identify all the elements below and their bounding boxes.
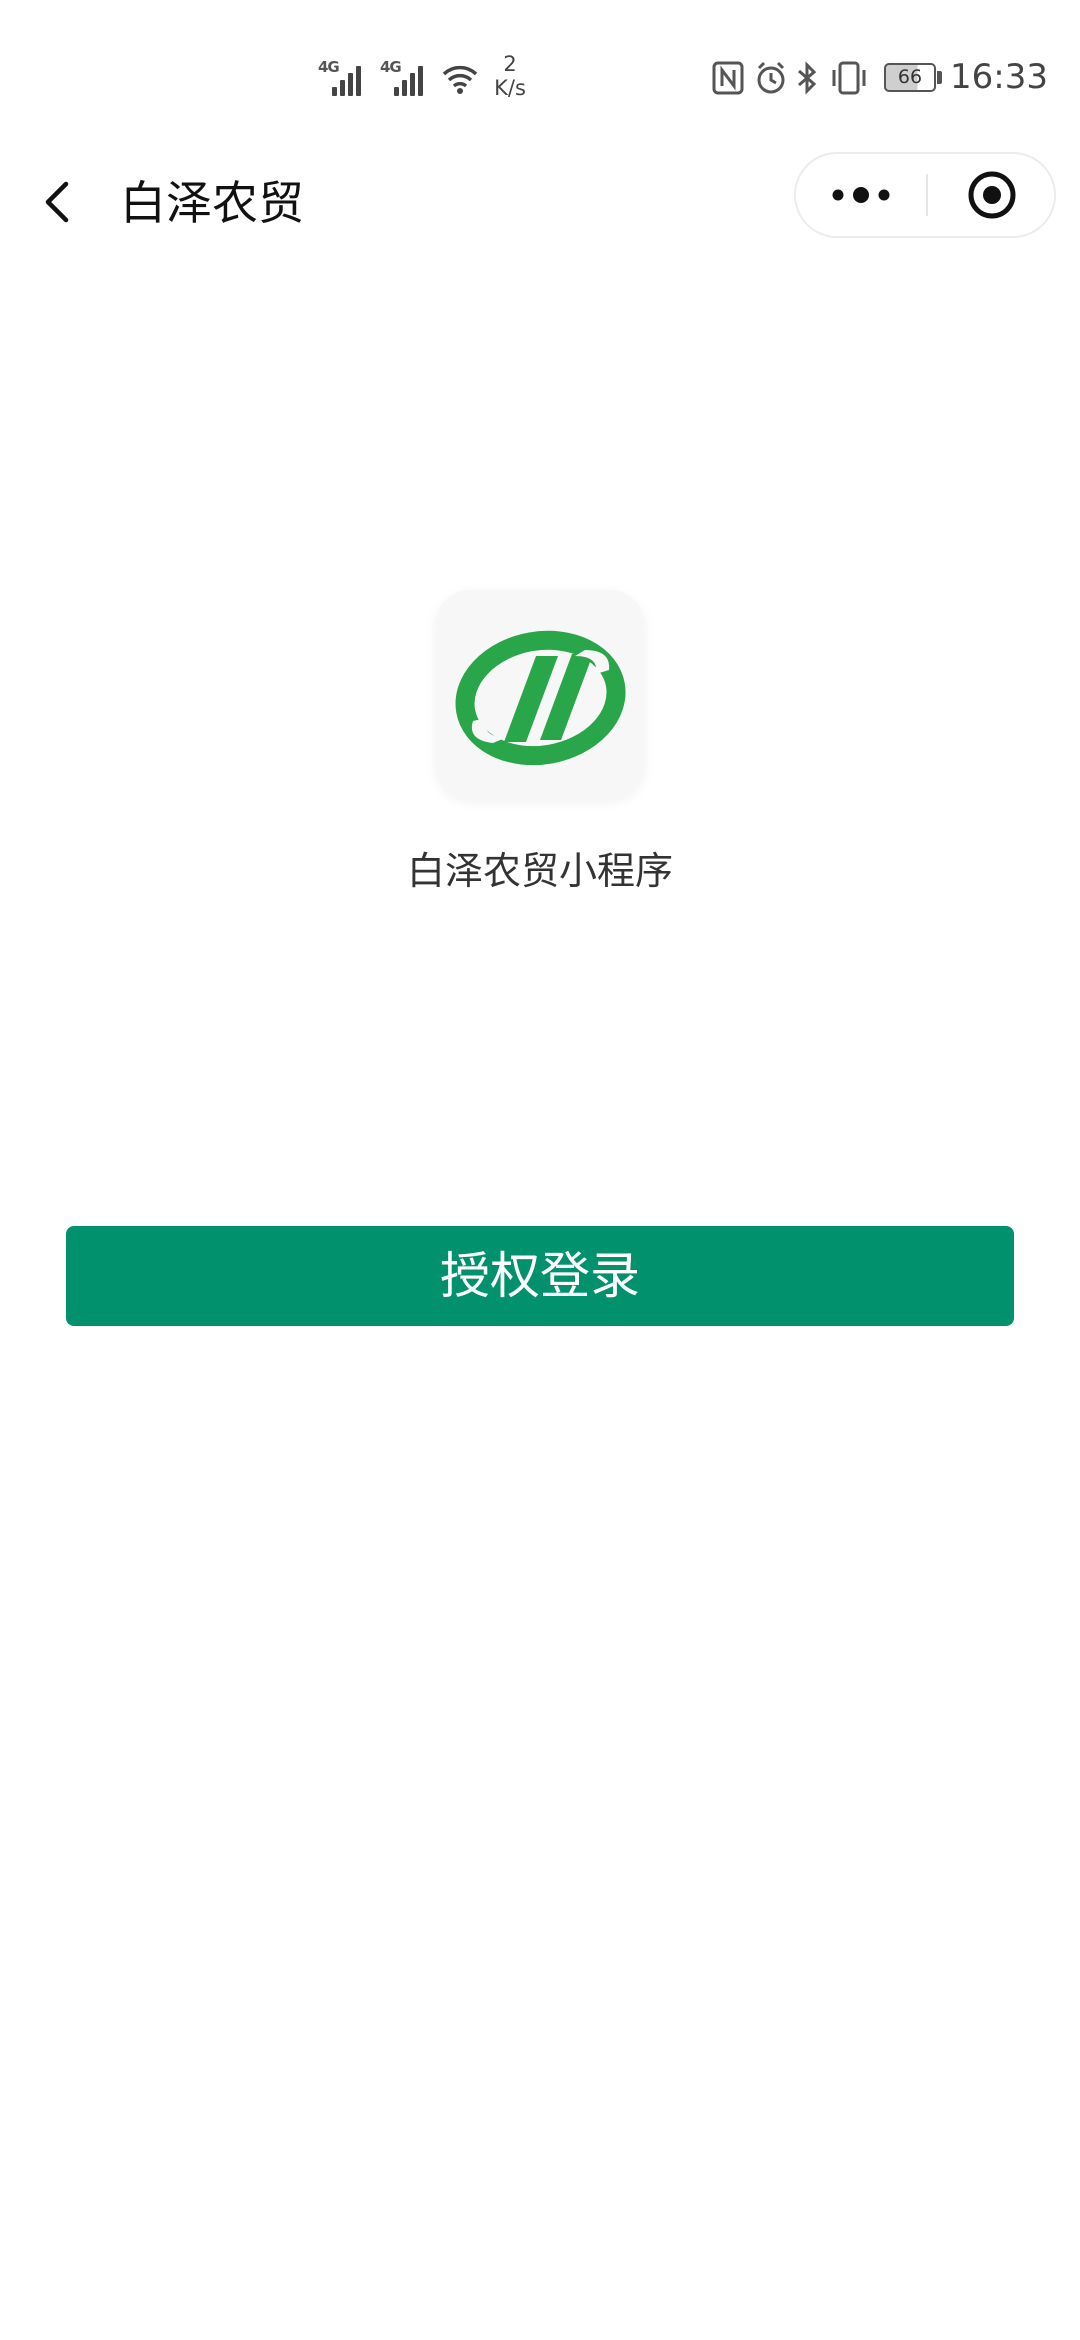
target-circle-icon[interactable] <box>928 154 1056 236</box>
chevron-left-icon[interactable] <box>30 172 90 232</box>
more-dots-icon[interactable] <box>796 154 926 236</box>
page-title: 白泽农贸 <box>120 176 304 230</box>
vibrate-icon <box>832 61 866 95</box>
app-logo <box>435 590 645 800</box>
miniprogram-capsule <box>794 152 1056 238</box>
clock: 16:33 <box>950 57 1048 97</box>
bluetooth-icon <box>798 61 817 95</box>
nfc-icon <box>712 61 744 95</box>
status-bar: 4G 4G 2 K/s 66 16:33 <box>0 0 1080 150</box>
alarm-icon <box>757 61 785 94</box>
signal-icon <box>332 62 370 96</box>
navigation-bar: 白泽农贸 <box>0 150 1080 260</box>
speed-value: 2 <box>503 52 517 76</box>
battery-tip <box>937 71 942 84</box>
authorize-login-button[interactable]: 授权登录 <box>66 1226 1014 1326</box>
logo-emblem-icon <box>455 630 626 766</box>
network-speed: 2 K/s <box>490 52 530 100</box>
signal-icon <box>394 62 432 96</box>
app-name: 白泽农贸小程序 <box>406 849 673 893</box>
battery-level: 66 <box>897 66 923 88</box>
cellular-signal-2: 4G <box>380 58 436 98</box>
battery-icon: 66 <box>884 63 936 92</box>
wifi-icon <box>442 65 478 94</box>
speed-unit: K/s <box>494 76 526 100</box>
cellular-signal-1: 4G <box>318 58 374 98</box>
